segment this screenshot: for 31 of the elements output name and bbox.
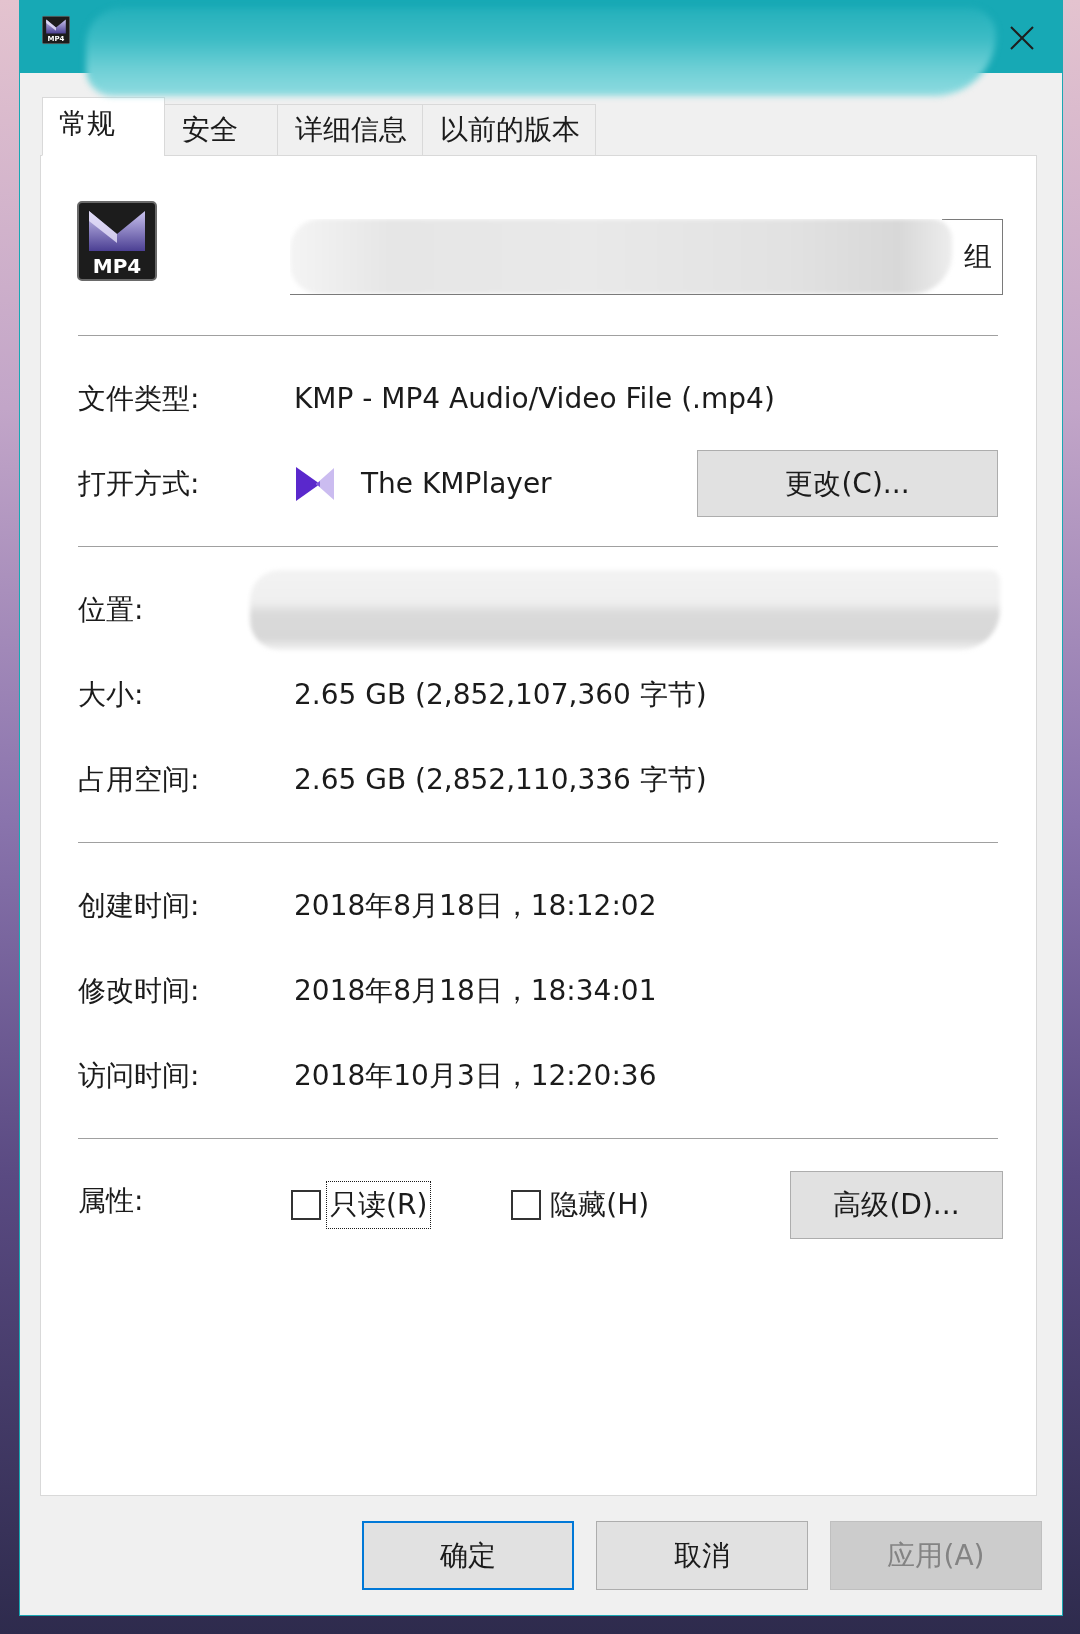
field-label: 文件类型:: [78, 380, 201, 417]
field-label: 访问时间:: [78, 1057, 201, 1094]
field-value: 2.65 GB (2,852,110,336 字节): [294, 761, 707, 798]
file-name-field[interactable]: 组: [290, 219, 1003, 295]
app-icon: [294, 464, 336, 503]
field-label: 位置:: [78, 591, 145, 628]
app-name: The KMPlayer: [361, 467, 552, 500]
field-label: 大小:: [78, 676, 145, 713]
field-label: 修改时间:: [78, 972, 201, 1009]
close-icon[interactable]: [1010, 26, 1034, 50]
field-label: 属性:: [78, 1183, 145, 1219]
field-label: 打开方式:: [78, 465, 201, 502]
mp4-file-icon: MP4: [77, 201, 157, 281]
field-label: 占用空间:: [78, 761, 201, 798]
tab[interactable]: 安全: [164, 104, 278, 156]
field-value: 2018年8月18日，18:34:01: [294, 972, 657, 1009]
tab[interactable]: 常规: [42, 97, 165, 156]
field-label: 创建时间:: [78, 887, 201, 924]
checkbox[interactable]: [291, 1190, 321, 1220]
checkbox-label[interactable]: 只读(R): [326, 1181, 432, 1229]
checkbox[interactable]: [511, 1190, 542, 1220]
field-value: 2.65 GB (2,852,107,360 字节): [294, 676, 707, 713]
dialog-button[interactable]: 取消: [596, 1521, 808, 1590]
advanced-button[interactable]: 高级(D)...: [790, 1171, 1003, 1239]
tab[interactable]: 以前的版本: [422, 104, 596, 156]
checkbox-label[interactable]: 隐藏(H): [546, 1181, 654, 1229]
dialog-button[interactable]: 确定: [362, 1521, 574, 1590]
field-value: KMP - MP4 Audio/Video File (.mp4): [294, 382, 775, 415]
field-value: 2018年10月3日，12:20:36: [294, 1057, 657, 1094]
field-value: 2018年8月18日，18:12:02: [294, 887, 657, 924]
change-button[interactable]: 更改(C)...: [697, 450, 998, 517]
